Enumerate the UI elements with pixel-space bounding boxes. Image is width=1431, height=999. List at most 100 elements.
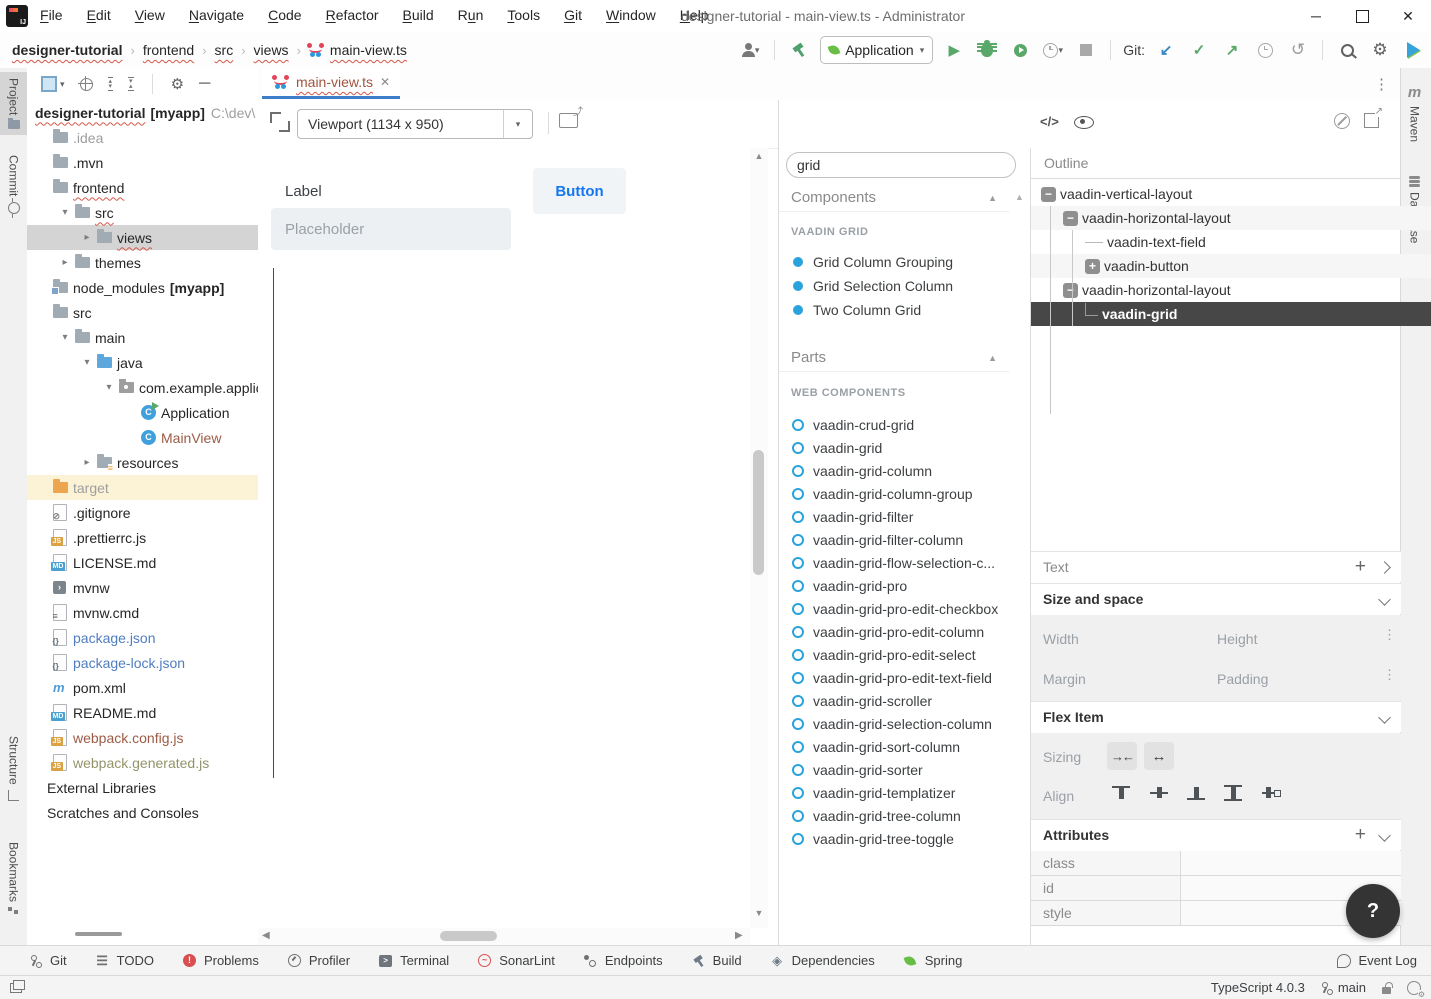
part-item[interactable]: vaadin-grid-selection-column [779, 712, 1004, 736]
unlock-icon[interactable] [1382, 987, 1391, 994]
breadcrumb-item[interactable]: src [215, 42, 234, 58]
tool-window-button-problems[interactable]: !Problems [182, 953, 259, 968]
scroll-right-icon[interactable]: ▶ [735, 930, 743, 941]
chevron-down-icon[interactable] [1378, 593, 1391, 606]
user-profile-button[interactable]: ▾ [738, 38, 762, 62]
search-everywhere-button[interactable] [1335, 38, 1359, 62]
menu-edit[interactable]: Edit [87, 7, 111, 23]
tool-button-bookmarks[interactable]: Bookmarks [0, 836, 27, 921]
breadcrumb-item[interactable]: main-view.ts [330, 42, 407, 58]
tree-item-src[interactable]: src [27, 300, 258, 325]
part-item[interactable]: vaadin-grid [779, 436, 1004, 460]
menu-git[interactable]: Git [564, 7, 582, 23]
palette-search-input[interactable] [786, 152, 1016, 178]
scroll-left-icon[interactable]: ◀ [262, 930, 270, 941]
tree-item-.mvn[interactable]: .mvn [27, 150, 258, 175]
breadcrumb-item[interactable]: designer-tutorial [12, 42, 122, 58]
part-item[interactable]: vaadin-grid-column [779, 459, 1004, 483]
scroll-down-icon[interactable]: ▼ [750, 908, 768, 918]
globe-settings-icon[interactable] [1407, 981, 1421, 995]
menu-code[interactable]: Code [268, 7, 301, 23]
debug-button[interactable] [975, 38, 999, 62]
tree-item-External Libraries[interactable]: External Libraries [27, 775, 258, 800]
design-canvas[interactable]: Label Button Placeholder [258, 148, 750, 928]
align-center-icon[interactable] [1147, 783, 1171, 803]
part-item[interactable]: vaadin-grid-pro-edit-text-field [779, 666, 1004, 690]
vertical-scroll-thumb[interactable] [753, 450, 764, 575]
git-rollback-button[interactable]: ↺ [1286, 38, 1310, 62]
part-item[interactable]: vaadin-grid-tree-toggle [779, 827, 1004, 851]
menu-view[interactable]: View [135, 7, 165, 23]
tree-item-webpack.generated.js[interactable]: JSwebpack.generated.js [27, 750, 258, 775]
tree-item-themes[interactable]: ▸themes [27, 250, 258, 275]
tree-item-main[interactable]: ▾main [27, 325, 258, 350]
tab-main-view[interactable]: main-view.ts ✕ [262, 68, 400, 99]
scroll-up-icon[interactable]: ▲ [750, 151, 768, 161]
text-section-row[interactable]: Text + [1031, 551, 1401, 582]
add-attribute-icon[interactable]: + [1355, 824, 1366, 846]
tool-button-maven[interactable]: m Maven [1401, 78, 1428, 148]
horizontal-scroll-thumb[interactable] [440, 931, 497, 941]
tree-item-target[interactable]: target [27, 475, 258, 500]
chevron-down-icon[interactable] [1378, 829, 1391, 842]
close-button[interactable]: ✕ [1385, 0, 1431, 32]
outline-node-vaadin-horizontal-layout[interactable]: −vaadin-horizontal-layout [1031, 206, 1431, 230]
tool-window-button-endpoints[interactable]: Endpoints [583, 953, 663, 968]
tabs-options-icon[interactable]: ⋮ [1374, 75, 1390, 93]
attribute-value-cell[interactable] [1181, 851, 1401, 875]
ide-plugin-button[interactable] [1401, 38, 1425, 62]
build-project-button[interactable] [787, 38, 811, 62]
height-field[interactable]: Height [1217, 631, 1257, 647]
preview-mode-button[interactable] [1074, 116, 1094, 129]
tree-chevron-icon[interactable]: ▾ [99, 382, 119, 393]
tool-window-button-terminal[interactable]: >Terminal [378, 953, 449, 968]
help-button[interactable]: ? [1346, 884, 1400, 938]
tree-chevron-icon[interactable]: ▾ [55, 207, 75, 218]
locate-button[interactable] [80, 78, 93, 91]
canvas-selected-grid-edge[interactable] [273, 268, 274, 778]
git-history-button[interactable] [1253, 38, 1277, 62]
tree-item-pom.xml[interactable]: mpom.xml [27, 675, 258, 700]
expand-all-button[interactable]: ▴▾ [108, 77, 114, 91]
tree-chevron-icon[interactable]: ▾ [77, 357, 97, 368]
tool-window-button-build[interactable]: Build [691, 953, 742, 968]
outline-node-vaadin-horizontal-layout[interactable]: −vaadin-horizontal-layout [1031, 278, 1431, 302]
component-item[interactable]: Grid Column Grouping [779, 250, 1004, 274]
settings-button[interactable]: ⚙ [1368, 38, 1392, 62]
expand-node-icon[interactable]: + [1085, 259, 1100, 274]
project-scrollbar-thumb[interactable] [75, 932, 122, 936]
run-coverage-button[interactable] [1008, 38, 1032, 62]
part-item[interactable]: vaadin-grid-flow-selection-c... [779, 551, 1004, 575]
palette-scroll-up-icon[interactable]: ▲ [1015, 192, 1024, 202]
tree-chevron-icon[interactable]: ▾ [55, 332, 75, 343]
tool-window-button-spring[interactable]: Spring [903, 953, 963, 968]
tool-window-button-todo[interactable]: ☰TODO [95, 953, 154, 968]
part-item[interactable]: vaadin-grid-pro-edit-checkbox [779, 597, 1004, 621]
tool-button-structure[interactable]: Structure [0, 730, 27, 807]
git-commit-button[interactable]: ✓ [1187, 38, 1211, 62]
margin-field[interactable]: Margin [1043, 671, 1086, 687]
grow-button[interactable]: ↔ [1144, 742, 1174, 770]
align-end-icon[interactable] [1184, 783, 1208, 803]
viewport-dropdown-icon[interactable]: ▾ [503, 110, 532, 138]
part-item[interactable]: vaadin-grid-pro-edit-column [779, 620, 1004, 644]
tool-window-button-dependencies[interactable]: ◈Dependencies [770, 953, 875, 968]
tree-item-package.json[interactable]: {}package.json [27, 625, 258, 650]
add-text-icon[interactable]: + [1355, 556, 1366, 578]
part-item[interactable]: vaadin-grid-filter [779, 505, 1004, 529]
shrink-button[interactable]: →← [1107, 742, 1137, 770]
tree-item-LICENSE.md[interactable]: MDLICENSE.md [27, 550, 258, 575]
parts-section-header[interactable]: Parts ▲ [779, 344, 1009, 372]
part-item[interactable]: vaadin-grid-filter-column [779, 528, 1004, 552]
menu-run[interactable]: Run [458, 7, 484, 23]
viewport-select[interactable]: Viewport (1134 x 950) ▾ [297, 109, 533, 139]
restore-windows-icon[interactable] [10, 983, 22, 993]
part-item[interactable]: vaadin-grid-sorter [779, 758, 1004, 782]
tree-item-mvnw[interactable]: ›mvnw [27, 575, 258, 600]
part-item[interactable]: vaadin-grid-scroller [779, 689, 1004, 713]
typescript-version[interactable]: TypeScript 4.0.3 [1211, 980, 1305, 995]
part-item[interactable]: vaadin-grid-tree-column [779, 804, 1004, 828]
tree-item-.prettierrc.js[interactable]: JS.prettierrc.js [27, 525, 258, 550]
more-options-icon[interactable]: ⋮ [1383, 627, 1396, 643]
size-section-row[interactable]: Size and space [1031, 583, 1401, 614]
